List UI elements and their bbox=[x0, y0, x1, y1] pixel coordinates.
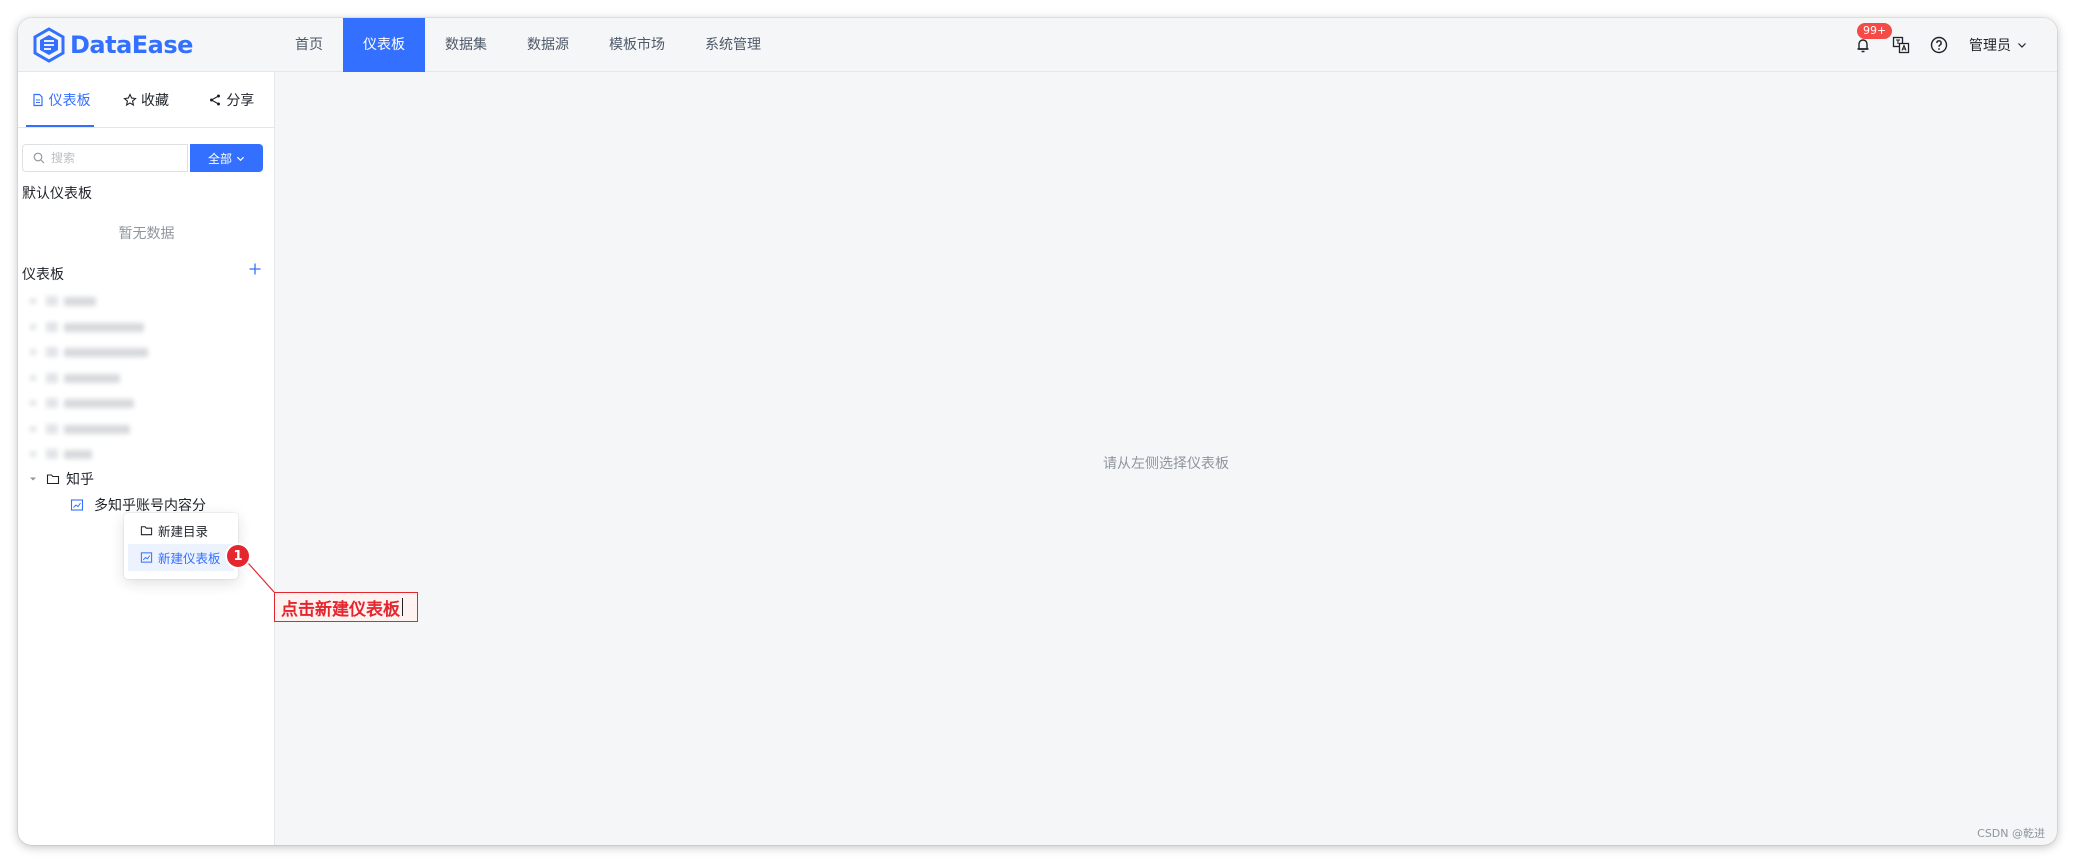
nav-home[interactable]: 首页 bbox=[275, 18, 343, 72]
tree-dashboard-label: 多知乎账号内容分 bbox=[94, 498, 206, 514]
app-window: DataEase 首页 仪表板 数据集 数据源 模板市场 系统管理 99+ 管理… bbox=[18, 18, 2057, 845]
tab-favorites-label: 收藏 bbox=[140, 92, 169, 109]
search-input[interactable] bbox=[51, 151, 171, 165]
folder-icon bbox=[46, 474, 60, 485]
default-dashboard-title: 默认仪表板 bbox=[22, 186, 92, 202]
main-empty-state: 请从左侧选择仪表板 bbox=[275, 72, 2057, 845]
main-nav: 首页 仪表板 数据集 数据源 模板市场 系统管理 bbox=[275, 18, 781, 72]
search-row: 全部 bbox=[22, 144, 268, 172]
tree-item-blurred[interactable] bbox=[30, 319, 144, 335]
share-icon bbox=[210, 94, 221, 105]
nav-dashboard[interactable]: 仪表板 bbox=[343, 18, 425, 72]
menu-new-folder-label: 新建目录 bbox=[158, 524, 209, 539]
user-menu[interactable]: 管理员 bbox=[1969, 35, 2027, 55]
tree-folder-zhihu[interactable]: 知乎 bbox=[28, 469, 94, 489]
help-button[interactable] bbox=[1929, 35, 1949, 55]
translate-icon bbox=[1892, 36, 1910, 54]
watermark: CSDN @乾进 bbox=[1977, 827, 2045, 840]
menu-new-dashboard[interactable]: 新建仪表板 bbox=[128, 544, 234, 571]
tree-folder-label: 知乎 bbox=[66, 472, 94, 488]
nav-datasource[interactable]: 数据源 bbox=[507, 18, 589, 72]
nav-dataset[interactable]: 数据集 bbox=[425, 18, 507, 72]
notification-badge: 99+ bbox=[1857, 23, 1893, 39]
tree-item-blurred[interactable] bbox=[30, 370, 120, 386]
tab-share-label: 分享 bbox=[226, 92, 255, 109]
dataease-logo-icon bbox=[33, 27, 65, 63]
search-box[interactable] bbox=[22, 144, 188, 172]
callout-label: 点击新建仪表板 bbox=[274, 592, 418, 622]
folder-icon bbox=[140, 526, 153, 536]
tree-item-blurred[interactable] bbox=[30, 421, 130, 437]
main-empty-text: 请从左侧选择仪表板 bbox=[1103, 455, 1229, 472]
tab-share[interactable]: 分享 bbox=[189, 72, 274, 127]
document-icon bbox=[33, 93, 43, 106]
nav-system-admin[interactable]: 系统管理 bbox=[685, 18, 781, 72]
notification-button[interactable]: 99+ bbox=[1853, 23, 1893, 55]
star-icon bbox=[123, 92, 137, 106]
tab-dashboard[interactable]: 仪表板 bbox=[18, 72, 103, 127]
language-button[interactable] bbox=[1891, 35, 1911, 55]
tree-item-blurred[interactable] bbox=[30, 344, 148, 360]
menu-new-folder[interactable]: 新建目录 bbox=[128, 517, 234, 544]
context-menu: 新建目录 新建仪表板 bbox=[124, 513, 238, 579]
sidebar: 仪表板 收藏 分享 搜索 全部 默认仪表板 暂无数据 仪表板 知乎 多知乎账号内… bbox=[18, 72, 275, 845]
text-caret bbox=[402, 598, 403, 616]
tab-dashboard-label: 仪表板 bbox=[48, 92, 91, 109]
dashboard-icon bbox=[70, 499, 84, 511]
callout-text: 点击新建仪表板 bbox=[281, 599, 400, 620]
active-tab-indicator bbox=[26, 125, 94, 127]
tree-item-blurred[interactable] bbox=[30, 395, 134, 411]
dashboard-icon bbox=[140, 552, 153, 563]
tab-favorites[interactable]: 收藏 bbox=[103, 72, 188, 127]
top-header: DataEase 首页 仪表板 数据集 数据源 模板市场 系统管理 99+ 管理… bbox=[18, 18, 2057, 72]
tree-item-blurred[interactable] bbox=[30, 293, 96, 309]
menu-new-dashboard-label: 新建仪表板 bbox=[158, 551, 221, 566]
sidebar-tabs: 仪表板 收藏 分享 bbox=[18, 72, 274, 128]
caret-down-icon bbox=[30, 477, 36, 481]
header-actions: 99+ 管理员 bbox=[1835, 18, 2027, 72]
nav-template-market[interactable]: 模板市场 bbox=[589, 18, 685, 72]
chevron-down-icon bbox=[2018, 43, 2026, 48]
search-icon bbox=[33, 152, 45, 164]
chevron-down-icon bbox=[236, 156, 245, 161]
logo-text: DataEase bbox=[70, 31, 193, 59]
empty-default-text: 暂无数据 bbox=[118, 226, 175, 242]
callout-number: 1 bbox=[227, 545, 249, 567]
filter-dropdown[interactable]: 全部 bbox=[190, 144, 263, 172]
logo[interactable]: DataEase bbox=[32, 24, 193, 66]
add-icon[interactable] bbox=[248, 262, 262, 276]
tree-item-blurred[interactable] bbox=[30, 446, 92, 462]
dashboard-section-title: 仪表板 bbox=[22, 267, 64, 283]
help-icon bbox=[1930, 36, 1948, 54]
user-name: 管理员 bbox=[1969, 38, 2011, 54]
tree-dashboard-item[interactable]: 多知乎账号内容分 bbox=[70, 495, 206, 515]
filter-label: 全部 bbox=[207, 151, 232, 166]
